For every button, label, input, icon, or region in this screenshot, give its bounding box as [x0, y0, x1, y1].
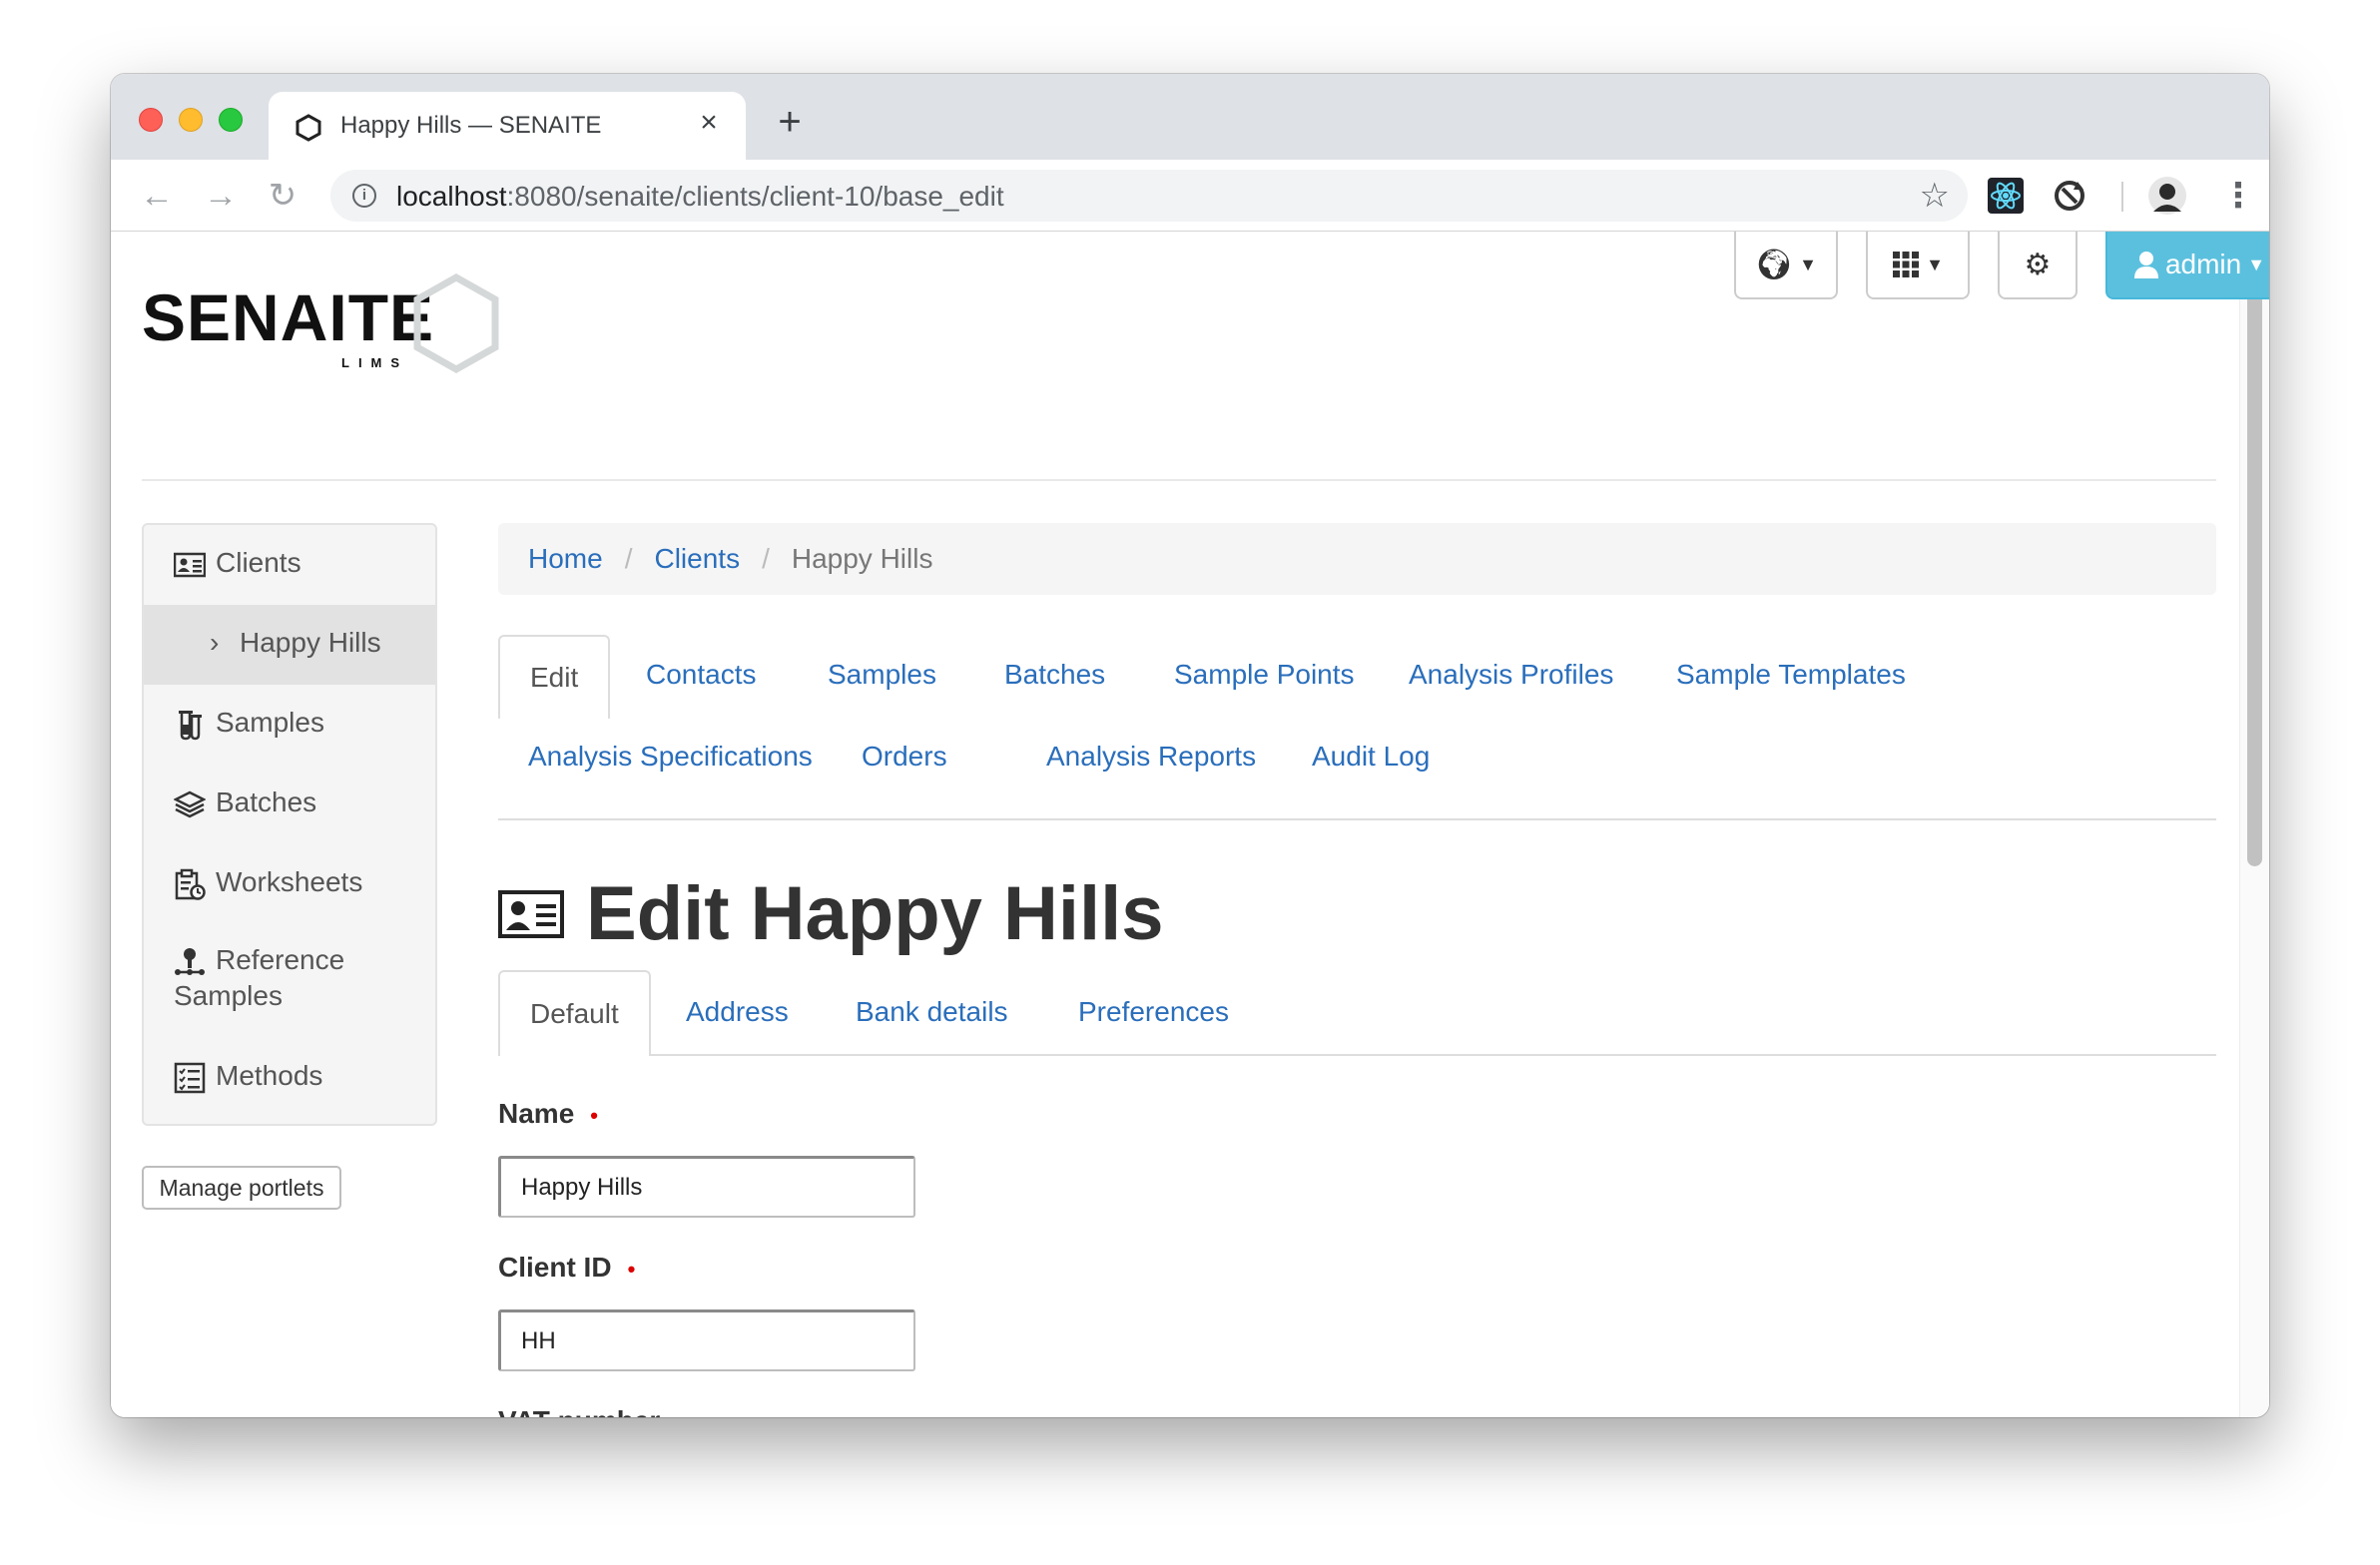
- tab-analysis-profiles[interactable]: Analysis Profiles: [1409, 659, 1613, 691]
- new-tab-button[interactable]: +: [770, 102, 810, 142]
- client-tabs: Edit Contacts Samples Batches Sample Poi…: [498, 635, 2216, 820]
- sidebar-item-worksheets[interactable]: Worksheets: [144, 866, 435, 926]
- apps-dropdown-button[interactable]: ▼: [1866, 232, 1970, 299]
- sidebar-item-batches[interactable]: Batches: [144, 786, 435, 846]
- tab-close-icon[interactable]: ×: [692, 106, 726, 140]
- vat-number-field-label: VAT number: [498, 1405, 660, 1417]
- layers-icon: [174, 790, 206, 818]
- sidebar-item-samples[interactable]: Samples: [144, 707, 435, 767]
- forward-arrow-icon[interactable]: →: [201, 176, 241, 216]
- browser-toolbar: ← → ↻ i localhost:8080/senaite/clients/c…: [111, 160, 2269, 232]
- tab-title: Happy Hills — SENAITE: [340, 112, 602, 139]
- tab-orders[interactable]: Orders: [862, 741, 947, 773]
- sidebar-item-reference-samples[interactable]: Reference Samples: [144, 944, 435, 1034]
- tab-sample-points[interactable]: Sample Points: [1174, 659, 1355, 691]
- hexagon-favicon-icon: [296, 114, 321, 142]
- name-input[interactable]: [498, 1156, 915, 1218]
- grid-icon: [1893, 252, 1920, 277]
- name-field-label: Name •: [498, 1098, 598, 1129]
- breadcrumb: Home / Clients / Happy Hills: [498, 523, 2216, 595]
- back-arrow-icon[interactable]: ←: [137, 176, 177, 216]
- browser-menu-icon[interactable]: ⋮: [2221, 174, 2255, 218]
- tab-preferences[interactable]: Preferences: [1078, 996, 1229, 1028]
- sync-extension-icon[interactable]: [2052, 178, 2087, 214]
- scrollbar[interactable]: [2239, 232, 2269, 1417]
- user-icon: [2133, 252, 2158, 278]
- sidebar-item-reference-samples-line2: Samples: [174, 980, 283, 1011]
- browser-tab[interactable]: Happy Hills — SENAITE ×: [269, 92, 746, 160]
- client-card-icon: [174, 552, 206, 578]
- manage-portlets-button[interactable]: Manage portlets: [142, 1166, 341, 1210]
- required-marker: •: [627, 1257, 636, 1282]
- caret-down-icon: ▼: [2247, 254, 2266, 274]
- client-id-input[interactable]: [498, 1309, 915, 1371]
- tab-edit[interactable]: Edit: [498, 635, 611, 719]
- tab-default[interactable]: Default: [498, 970, 651, 1056]
- address-bar[interactable]: i localhost:8080/senaite/clients/client-…: [330, 170, 1968, 222]
- logo-hexagon-icon: [413, 273, 499, 373]
- minimize-window-button[interactable]: [179, 108, 203, 132]
- breadcrumb-separator: /: [762, 543, 770, 574]
- client-card-icon: [498, 889, 564, 938]
- bookmark-star-icon[interactable]: ☆: [1920, 178, 1950, 214]
- page-title: Edit Happy Hills: [498, 870, 1164, 957]
- breadcrumb-current: Happy Hills: [791, 543, 933, 574]
- breadcrumb-clients[interactable]: Clients: [654, 543, 740, 575]
- tab-bank-details[interactable]: Bank details: [856, 996, 1008, 1028]
- breadcrumb-separator: /: [624, 543, 633, 574]
- toolbar-divider: [2121, 182, 2123, 212]
- scrollbar-thumb[interactable]: [2247, 240, 2262, 866]
- sidebar-nav: Clients › Happy Hills Samples Batches Wo…: [142, 523, 437, 1126]
- react-devtools-icon[interactable]: [1988, 178, 2024, 214]
- tab-analysis-reports[interactable]: Analysis Reports: [1046, 741, 1256, 773]
- url-text[interactable]: localhost:8080/senaite/clients/client-10…: [396, 181, 1004, 213]
- caret-down-icon: ▼: [1799, 254, 1817, 274]
- language-dropdown-button[interactable]: 🌍︎ ▼: [1734, 232, 1838, 299]
- sidebar-item-methods[interactable]: Methods: [144, 1060, 435, 1120]
- clipboard-clock-icon: [175, 868, 206, 900]
- close-window-button[interactable]: [139, 108, 163, 132]
- reference-samples-row: Reference: [174, 944, 435, 978]
- tab-samples[interactable]: Samples: [828, 659, 936, 691]
- sidebar-item-clients[interactable]: Clients: [144, 547, 435, 607]
- caret-down-icon: ▼: [1926, 254, 1944, 274]
- tab-analysis-specifications[interactable]: Analysis Specifications: [528, 741, 813, 773]
- reference-sample-icon: [175, 948, 205, 975]
- breadcrumb-home[interactable]: Home: [528, 543, 603, 575]
- profile-avatar-icon[interactable]: [2147, 176, 2187, 216]
- globe-icon: 🌍︎: [1755, 248, 1794, 281]
- header-divider: [142, 479, 2216, 481]
- tab-audit-log[interactable]: Audit Log: [1312, 741, 1430, 773]
- test-tubes-icon: [179, 711, 202, 741]
- tabs-divider: [498, 818, 2216, 820]
- title-bar: Happy Hills — SENAITE × +: [111, 74, 2269, 160]
- page-heading: Edit Happy Hills: [586, 871, 1164, 956]
- senaite-logo[interactable]: SENAITE LIMS: [142, 267, 501, 373]
- chevron-right-icon: ›: [210, 627, 220, 658]
- checklist-icon: [174, 1062, 206, 1094]
- form-tabs-divider: [498, 1054, 2216, 1056]
- settings-button[interactable]: ⚙: [1998, 232, 2078, 299]
- form-tabs: Default Address Bank details Preferences: [498, 970, 2216, 1056]
- admin-user-dropdown[interactable]: admin ▼: [2105, 232, 2269, 299]
- required-marker: •: [590, 1103, 598, 1128]
- tab-contacts[interactable]: Contacts: [646, 659, 757, 691]
- gear-icon: ⚙: [2024, 248, 2052, 281]
- maximize-window-button[interactable]: [219, 108, 243, 132]
- tab-address[interactable]: Address: [686, 996, 789, 1028]
- tab-batches[interactable]: Batches: [1004, 659, 1105, 691]
- sidebar-item-happy-hills[interactable]: › Happy Hills: [144, 605, 435, 685]
- site-info-icon[interactable]: i: [352, 184, 376, 208]
- page-viewport: SENAITE LIMS 🌍︎ ▼ ▼ ⚙ admin ▼ Clients › …: [111, 232, 2269, 1417]
- client-id-field-label: Client ID •: [498, 1252, 636, 1283]
- reload-icon[interactable]: ↻: [263, 176, 302, 216]
- tab-sample-templates[interactable]: Sample Templates: [1676, 659, 1906, 691]
- browser-window: Happy Hills — SENAITE × + ← → ↻ i localh…: [111, 74, 2269, 1417]
